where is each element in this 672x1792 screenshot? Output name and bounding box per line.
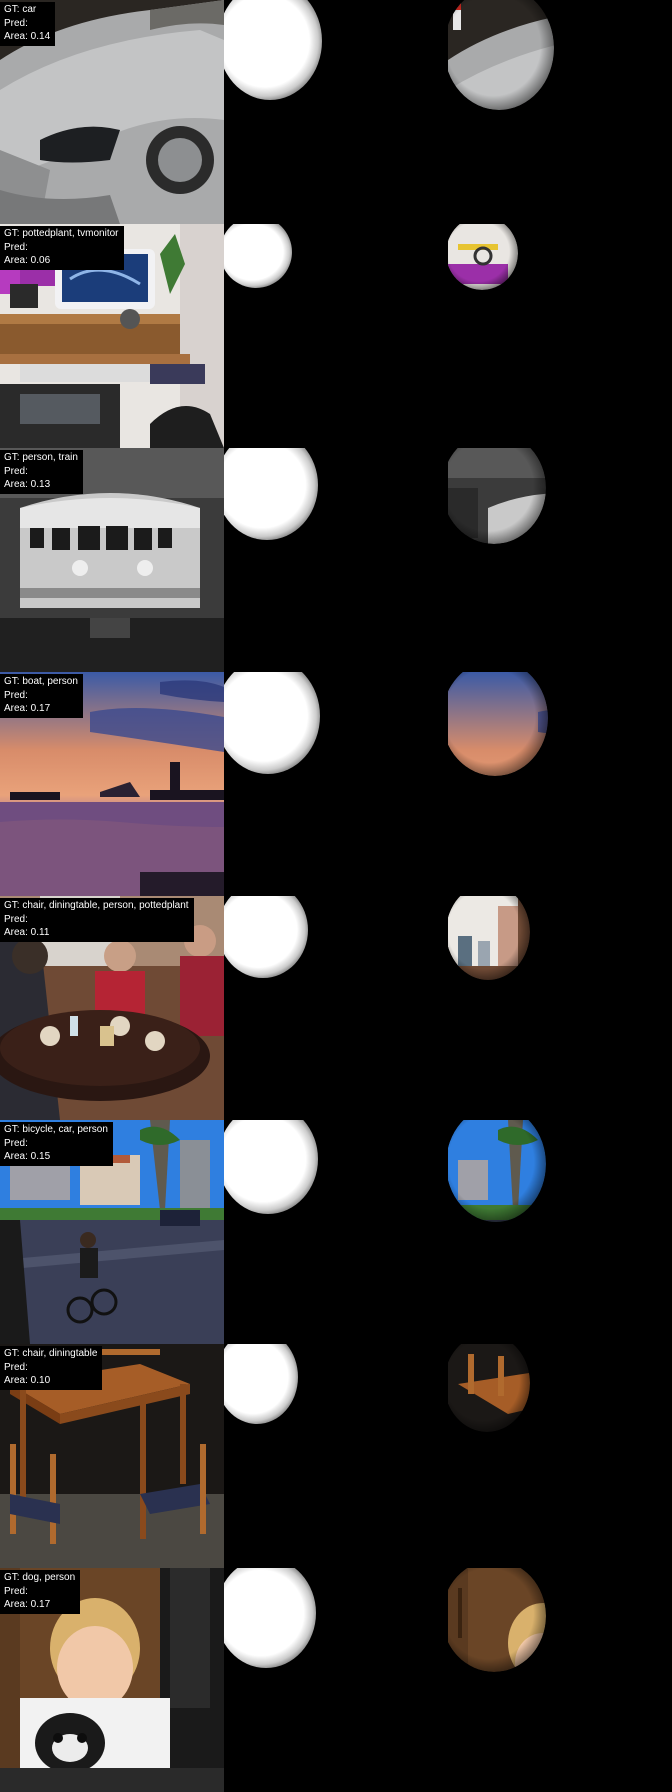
masked-crop — [448, 224, 518, 290]
car-crop-photo — [448, 0, 554, 110]
pred-label: Pred: — [4, 465, 28, 477]
attention-mask — [224, 1568, 316, 1668]
masked-crop — [448, 1344, 530, 1432]
attention-mask-cell — [224, 1568, 448, 1792]
gt-label: GT: person, train — [4, 452, 78, 463]
pred-label: Pred: — [4, 1585, 28, 1597]
area-label: Area: 0.06 — [4, 255, 51, 266]
area-label: Area: 0.15 — [4, 1151, 51, 1162]
area-label: Area: 0.13 — [4, 479, 51, 490]
result-row: GT: dog, person Pred: Area: 0.17 — [0, 1568, 672, 1792]
attention-mask-cell — [224, 448, 448, 672]
caption-box: GT: chair, diningtable, person, pottedpl… — [0, 898, 194, 942]
caption-box: GT: chair, diningtable Pred: Area: 0.10 — [0, 1346, 103, 1390]
masked-image-cell — [448, 448, 672, 672]
attention-mask-cell — [224, 1120, 448, 1344]
gt-label: GT: pottedplant, tvmonitor — [4, 228, 119, 239]
result-row: GT: chair, diningtable Pred: Area: 0.10 — [0, 1344, 672, 1568]
original-image-cell: GT: boat, person Pred: Area: 0.17 — [0, 672, 224, 896]
caption-box: GT: bicycle, car, person Pred: Area: 0.1… — [0, 1122, 113, 1166]
result-row: GT: pottedplant, tvmonitor Pred: Area: 0… — [0, 224, 672, 448]
masked-crop — [448, 672, 548, 776]
attention-mask — [224, 0, 322, 100]
attention-mask-cell — [224, 896, 448, 1120]
pred-label: Pred: — [4, 913, 28, 925]
gt-label: GT: boat, person — [4, 676, 78, 687]
original-image-cell: GT: chair, diningtable Pred: Area: 0.10 — [0, 1344, 224, 1568]
original-image-cell: GT: person, train Pred: Area: 0.13 — [0, 448, 224, 672]
masked-crop — [448, 1120, 546, 1222]
pred-label: Pred: — [4, 241, 28, 253]
attention-mask — [224, 224, 292, 288]
result-row: GT: car Pred: Area: 0.14 — [0, 0, 672, 224]
attention-mask-cell — [224, 224, 448, 448]
result-row: GT: person, train Pred: Area: 0.13 — [0, 448, 672, 672]
original-image-cell: GT: dog, person Pred: Area: 0.17 — [0, 1568, 224, 1792]
street-crop-photo — [448, 1120, 546, 1222]
attention-mask-cell — [224, 0, 448, 224]
masked-crop — [448, 448, 546, 544]
area-label: Area: 0.17 — [4, 703, 51, 714]
caption-box: GT: person, train Pred: Area: 0.13 — [0, 450, 83, 494]
caption-box: GT: dog, person Pred: Area: 0.17 — [0, 1570, 81, 1614]
desk-crop-photo — [448, 224, 518, 290]
attention-mask — [224, 1344, 298, 1424]
attention-mask — [224, 896, 308, 978]
attention-mask — [224, 1120, 318, 1214]
gt-label: GT: chair, diningtable, person, pottedpl… — [4, 900, 189, 911]
attention-mask-cell — [224, 672, 448, 896]
result-row: GT: boat, person Pred: Area: 0.17 — [0, 672, 672, 896]
caption-box: GT: boat, person Pred: Area: 0.17 — [0, 674, 83, 718]
attention-mask-cell — [224, 1344, 448, 1568]
area-label: Area: 0.10 — [4, 1375, 51, 1386]
pred-label: Pred: — [4, 17, 28, 29]
attention-mask — [224, 672, 320, 774]
gt-label: GT: dog, person — [4, 1572, 76, 1583]
masked-image-cell — [448, 896, 672, 1120]
pred-label: Pred: — [4, 1137, 28, 1149]
sunset-crop-photo — [448, 672, 548, 776]
table-crop-photo — [448, 1344, 530, 1432]
area-label: Area: 0.14 — [4, 31, 51, 42]
masked-image-cell — [448, 1120, 672, 1344]
caption-box: GT: car Pred: Area: 0.14 — [0, 2, 56, 46]
original-image-cell: GT: bicycle, car, person Pred: Area: 0.1… — [0, 1120, 224, 1344]
masked-image-cell — [448, 0, 672, 224]
masked-crop — [448, 1568, 546, 1672]
pred-label: Pred: — [4, 1361, 28, 1373]
result-grid: GT: car Pred: Area: 0.14 GT: pottedplant… — [0, 0, 672, 1792]
masked-image-cell — [448, 672, 672, 896]
masked-image-cell — [448, 224, 672, 448]
original-image-cell: GT: pottedplant, tvmonitor Pred: Area: 0… — [0, 224, 224, 448]
caption-box: GT: pottedplant, tvmonitor Pred: Area: 0… — [0, 226, 124, 270]
child-dog-crop-photo — [448, 1568, 546, 1672]
gt-label: GT: car — [4, 4, 37, 15]
masked-image-cell — [448, 1568, 672, 1792]
pred-label: Pred: — [4, 689, 28, 701]
gt-label: GT: chair, diningtable — [4, 1348, 98, 1359]
train-crop-photo — [448, 448, 546, 544]
original-image-cell: GT: chair, diningtable, person, pottedpl… — [0, 896, 224, 1120]
result-row: GT: bicycle, car, person Pred: Area: 0.1… — [0, 1120, 672, 1344]
masked-crop — [448, 0, 554, 110]
area-label: Area: 0.17 — [4, 1599, 51, 1610]
area-label: Area: 0.11 — [4, 927, 50, 938]
original-image-cell: GT: car Pred: Area: 0.14 — [0, 0, 224, 224]
result-row: GT: chair, diningtable, person, pottedpl… — [0, 896, 672, 1120]
attention-mask — [224, 448, 318, 540]
gt-label: GT: bicycle, car, person — [4, 1124, 108, 1135]
masked-image-cell — [448, 1344, 672, 1568]
restaurant-crop-photo — [448, 896, 530, 980]
masked-crop — [448, 896, 530, 980]
